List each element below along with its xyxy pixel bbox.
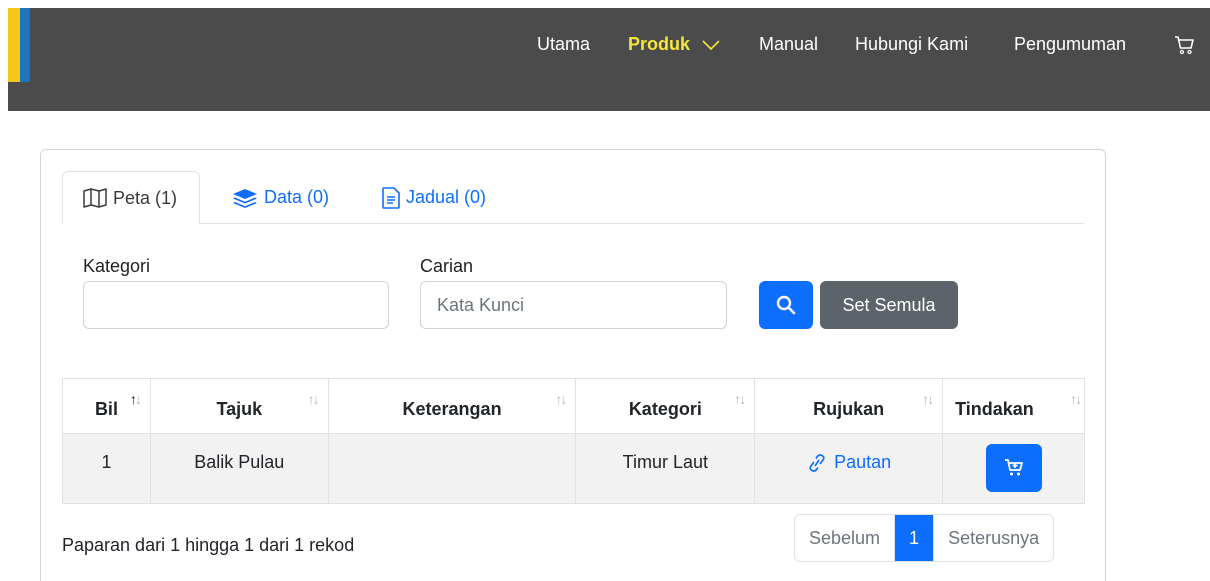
column-header-label: Tajuk	[216, 398, 263, 419]
nav-item-hubungi-kami[interactable]: Hubungi Kami	[855, 32, 968, 56]
cell-keterangan	[327, 433, 577, 504]
reset-button[interactable]: Set Semula	[820, 281, 958, 329]
column-header-label: Bil	[94, 398, 118, 419]
sort-icon: ↑↓	[307, 391, 320, 407]
layers-icon	[233, 188, 257, 208]
pagination-previous[interactable]: Sebelum	[795, 515, 896, 561]
tab-jadual[interactable]: Jadual (0)	[362, 171, 508, 224]
column-header-tindakan[interactable]: Tindakan ↑↓	[942, 378, 1085, 434]
map-icon	[83, 188, 107, 208]
column-header-label: Kategori	[628, 398, 702, 419]
cell-rujukan: Pautan	[754, 433, 944, 504]
add-to-cart-button[interactable]	[985, 444, 1042, 492]
search-input[interactable]	[420, 281, 727, 329]
product-card: Peta (1) Data (0) Jadual (0) Kategori Ca…	[40, 149, 1106, 581]
column-header-label: Rujukan	[813, 398, 885, 419]
product-table: Bil ↑↓ Tajuk ↑↓ Keterangan ↑↓ Kategori ↑↓ Ru…	[62, 378, 1085, 504]
sort-icon: ↑↓	[555, 391, 567, 407]
sort-icon: ↑↓	[1070, 391, 1082, 407]
chevron-down-icon	[702, 40, 720, 51]
nav-item-pengumuman[interactable]: Pengumuman	[1014, 32, 1126, 56]
nav-item-produk-label: Produk	[628, 34, 691, 54]
column-header-tajuk[interactable]: Tajuk ↑↓	[149, 378, 329, 434]
search-button[interactable]	[759, 281, 813, 329]
cart-icon[interactable]	[1173, 34, 1195, 56]
document-icon	[382, 186, 400, 209]
table-row: 1 Balik Pulau Timur Laut Pautan	[62, 433, 1085, 504]
pautan-link[interactable]: Pautan	[806, 452, 891, 473]
column-header-label: Tindakan	[955, 398, 1034, 419]
nav-item-utama[interactable]: Utama	[537, 32, 590, 56]
nav-item-produk[interactable]: Produk	[628, 32, 721, 56]
sort-icon: ↑↓	[922, 391, 934, 407]
column-header-rujukan[interactable]: Rujukan ↑↓	[754, 378, 944, 434]
sort-icon: ↑↓	[734, 391, 746, 407]
top-navbar: Utama Produk Manual Hubungi Kami Pengumu…	[8, 8, 1210, 111]
tab-bar: Peta (1) Data (0) Jadual (0)	[62, 171, 1084, 225]
tab-data-label: Data (0)	[264, 187, 330, 207]
tab-peta[interactable]: Peta (1)	[62, 171, 201, 225]
cell-bil: 1	[62, 433, 151, 504]
tab-data[interactable]: Data (0)	[212, 171, 351, 224]
cell-kategori: Timur Laut	[575, 433, 756, 504]
cell-tindakan	[942, 433, 1085, 504]
tab-peta-label: Peta (1)	[113, 187, 178, 208]
cell-tajuk: Balik Pulau	[149, 433, 329, 504]
column-header-bil[interactable]: Bil ↑↓	[62, 378, 151, 434]
column-header-label: Keterangan	[402, 398, 502, 419]
pagination-next[interactable]: Seterusnya	[934, 515, 1053, 561]
kategori-label: Kategori	[83, 256, 151, 276]
column-header-kategori[interactable]: Kategori ↑↓	[575, 378, 756, 434]
sort-icon: ↑↓	[129, 391, 142, 407]
pautan-label: Pautan	[834, 452, 892, 472]
column-header-keterangan[interactable]: Keterangan ↑↓	[327, 378, 577, 434]
add-to-cart-icon	[1004, 459, 1023, 476]
carian-label: Carian	[420, 256, 474, 276]
table-info: Paparan dari 1 hingga 1 dari 1 rekod	[62, 535, 355, 555]
pagination: Sebelum 1 Seterusnya	[794, 514, 1055, 562]
search-icon	[776, 295, 796, 315]
kategori-input[interactable]	[83, 281, 389, 329]
pagination-page-1[interactable]: 1	[895, 515, 935, 561]
link-icon	[809, 453, 825, 472]
tab-jadual-label: Jadual (0)	[406, 187, 487, 207]
nav-item-manual[interactable]: Manual	[759, 32, 818, 56]
main-nav: Utama Produk Manual Hubungi Kami Pengumu…	[8, 32, 1210, 56]
table-header-row: Bil ↑↓ Tajuk ↑↓ Keterangan ↑↓ Kategori ↑↓ Ru…	[62, 378, 1085, 434]
